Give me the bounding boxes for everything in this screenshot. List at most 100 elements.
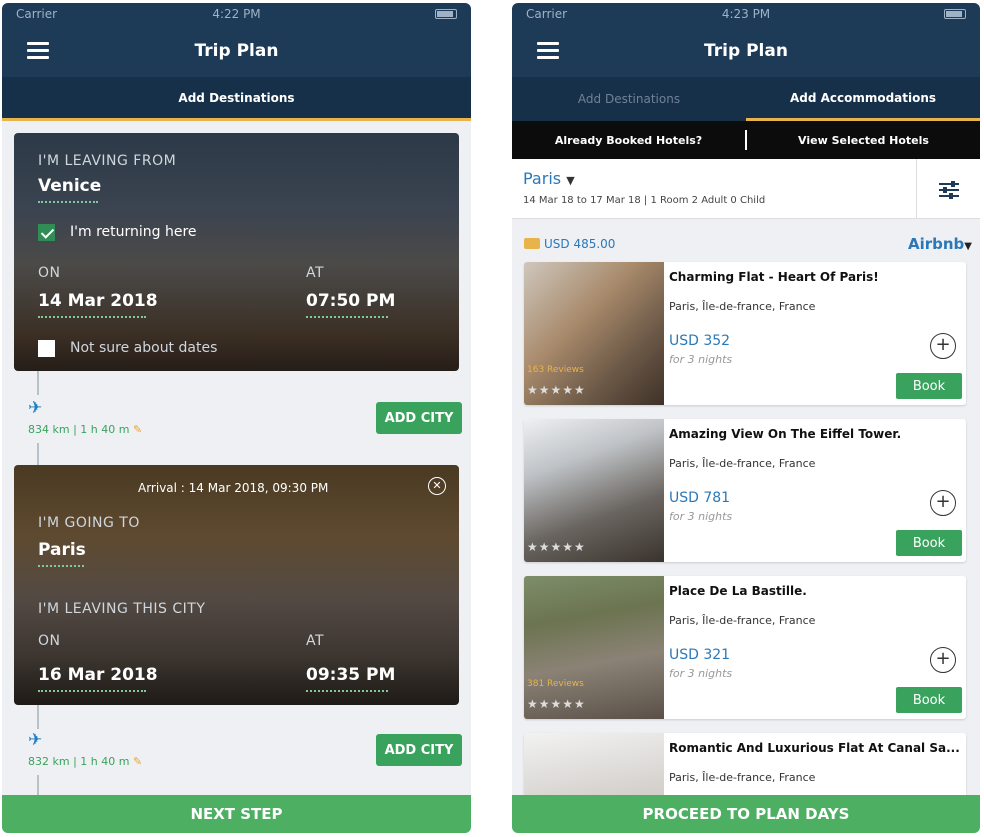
star-rating: ★★★★★ [527, 383, 586, 397]
date-underline [38, 690, 146, 692]
hotel-card[interactable]: ★★★★★ Amazing View On The Eiffel Tower. … [524, 419, 966, 562]
app-header: Trip Plan [512, 25, 980, 77]
hotel-subtabs: Already Booked Hotels? View Selected Hot… [512, 121, 980, 159]
status-bar: Carrier 4:23 PM [512, 3, 980, 25]
search-summary: Paris ▼ 14 Mar 18 to 17 Mar 18 | 1 Room … [512, 159, 980, 219]
caret-down-icon: ▼ [964, 241, 972, 252]
not-sure-checkbox[interactable] [38, 340, 55, 357]
hotel-name: Romantic And Luxurious Flat At Canal Sa.… [669, 741, 960, 755]
tab-bar: Add Destinations [2, 77, 471, 121]
star-rating: ★★★★★ [527, 697, 586, 711]
time-underline [306, 316, 388, 318]
hotel-location: Paris, Île-de-france, France [669, 614, 816, 627]
menu-icon[interactable] [537, 42, 559, 60]
book-button[interactable]: Book [896, 687, 962, 713]
total-price: USD 485.00 [524, 237, 615, 251]
city-selector[interactable]: Paris ▼ [523, 169, 575, 188]
leave-time[interactable]: 09:35 PM [306, 665, 395, 685]
right-screen: Carrier 4:23 PM Trip Plan Add Destinatio… [512, 3, 980, 833]
hotel-price: USD 781 [669, 490, 731, 506]
close-icon[interactable]: ✕ [428, 477, 446, 495]
plane-icon: ✈ [28, 398, 43, 418]
status-time: 4:23 PM [721, 7, 771, 21]
status-bar: Carrier 4:22 PM [2, 3, 471, 25]
filter-icon [938, 180, 959, 199]
hotel-price: USD 321 [669, 647, 731, 663]
time-underline [306, 690, 388, 692]
tab-add-accommodations[interactable]: Add Accommodations [746, 77, 980, 121]
hotel-photo: 163 Reviews ★★★★★ [524, 262, 664, 405]
hotel-location: Paris, Île-de-france, France [669, 771, 816, 784]
hotel-name: Amazing View On The Eiffel Tower. [669, 427, 902, 441]
leaving-from-label: I'M LEAVING FROM [38, 153, 177, 169]
date-guests: 14 Mar 18 to 17 Mar 18 | 1 Room 2 Adult … [523, 195, 766, 206]
already-booked-link[interactable]: Already Booked Hotels? [512, 134, 745, 147]
origin-underline [38, 201, 98, 203]
returning-label: I'm returning here [70, 224, 197, 240]
edit-icon[interactable]: ✎ [133, 423, 142, 436]
returning-checkbox[interactable] [38, 224, 55, 241]
filter-button[interactable] [916, 159, 980, 219]
going-to-label: I'M GOING TO [38, 515, 140, 531]
destination-card: Arrival : 14 Mar 2018, 09:30 PM ✕ I'M GO… [14, 465, 459, 705]
status-time: 4:22 PM [212, 7, 261, 21]
tab-add-destinations[interactable]: Add Destinations [512, 77, 746, 121]
page-title: Trip Plan [194, 41, 279, 61]
add-city-button[interactable]: ADD CITY [376, 402, 462, 434]
depart-date[interactable]: 14 Mar 2018 [38, 291, 158, 311]
origin-card: I'M LEAVING FROM Venice I'm returning he… [14, 133, 459, 371]
leave-date[interactable]: 16 Mar 2018 [38, 665, 158, 685]
add-icon[interactable]: + [930, 647, 956, 673]
tab-add-destinations[interactable]: Add Destinations [2, 77, 471, 118]
at-label: AT [306, 633, 325, 649]
leg1-distance: 834 km | 1 h 40 m ✎ [28, 423, 143, 436]
depart-time[interactable]: 07:50 PM [306, 291, 395, 311]
price-row: USD 485.00 Airbnb▼ [524, 235, 972, 255]
hotel-nights: for 3 nights [669, 510, 733, 523]
not-sure-label: Not sure about dates [70, 340, 218, 356]
menu-icon[interactable] [27, 42, 49, 60]
left-screen: Carrier 4:22 PM Trip Plan Add Destinatio… [2, 3, 471, 833]
view-selected-link[interactable]: View Selected Hotels [747, 134, 980, 147]
arrival-text: Arrival : 14 Mar 2018, 09:30 PM [138, 481, 329, 495]
provider-dropdown[interactable]: Airbnb▼ [908, 235, 972, 253]
hotel-name: Charming Flat - Heart Of Paris! [669, 270, 879, 284]
route-line [37, 775, 39, 795]
date-underline [38, 316, 146, 318]
hotel-photo: 381 Reviews ★★★★★ [524, 576, 664, 719]
destination-city[interactable]: Paris [38, 540, 86, 560]
review-count: 381 Reviews [527, 679, 584, 689]
page-title: Trip Plan [704, 41, 788, 61]
hotel-location: Paris, Île-de-france, France [669, 300, 816, 313]
next-step-button[interactable]: NEXT STEP [2, 795, 471, 833]
origin-city[interactable]: Venice [38, 176, 101, 196]
hotel-price: USD 352 [669, 333, 731, 349]
route-line [37, 371, 39, 395]
wallet-icon [524, 238, 540, 249]
route-line [37, 705, 39, 729]
hotel-location: Paris, Île-de-france, France [669, 457, 816, 470]
battery-icon [435, 9, 457, 19]
book-button[interactable]: Book [896, 530, 962, 556]
leaving-city-label: I'M LEAVING THIS CITY [38, 601, 206, 617]
battery-icon [944, 9, 966, 19]
review-count: 163 Reviews [527, 365, 584, 375]
hotel-nights: for 3 nights [669, 353, 733, 366]
proceed-button[interactable]: PROCEED TO PLAN DAYS [512, 795, 980, 833]
leg2-distance: 832 km | 1 h 40 m ✎ [28, 755, 143, 768]
hotel-photo: ★★★★★ [524, 419, 664, 562]
at-label: AT [306, 265, 325, 281]
add-icon[interactable]: + [930, 333, 956, 359]
app-header: Trip Plan [2, 25, 471, 77]
hotel-card[interactable]: 381 Reviews ★★★★★ Place De La Bastille. … [524, 576, 966, 719]
destination-underline [38, 565, 84, 567]
star-rating: ★★★★★ [527, 540, 586, 554]
tab-bar: Add Destinations Add Accommodations [512, 77, 980, 121]
edit-icon[interactable]: ✎ [133, 755, 142, 768]
hotel-card[interactable]: 163 Reviews ★★★★★ Charming Flat - Heart … [524, 262, 966, 405]
caret-down-icon: ▼ [566, 174, 575, 187]
add-city-button[interactable]: ADD CITY [376, 734, 462, 766]
plane-icon: ✈ [28, 730, 43, 750]
book-button[interactable]: Book [896, 373, 962, 399]
add-icon[interactable]: + [930, 490, 956, 516]
